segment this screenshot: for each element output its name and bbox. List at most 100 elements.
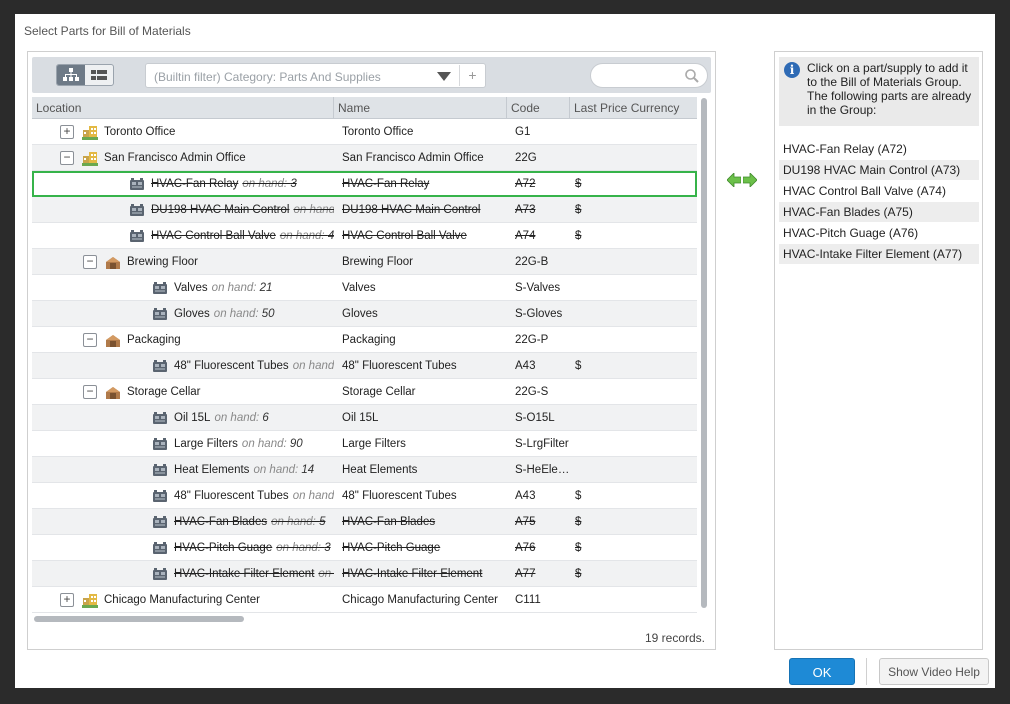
cell-currency xyxy=(575,431,695,457)
location-text: Valves on hand: 21 xyxy=(174,275,272,301)
horizontal-scroll-thumb[interactable] xyxy=(34,616,244,622)
table-row[interactable]: + Chicago Manufacturing Center Chicago Man… xyxy=(32,587,697,613)
cell-name: San Francisco Admin Office xyxy=(342,152,484,164)
cell-currency xyxy=(575,275,695,301)
cell-code: S-Valves xyxy=(515,282,561,294)
transfer-arrows[interactable] xyxy=(727,173,757,187)
column-location[interactable]: Location xyxy=(32,97,334,119)
table-row[interactable]: − Storage Cellar Storage Cellar 22G-S xyxy=(32,379,697,405)
collapse-toggle[interactable]: − xyxy=(83,333,97,347)
list-view-button[interactable] xyxy=(85,65,113,85)
cell-location: HVAC-Fan Relay on hand: 3 xyxy=(32,171,334,197)
cell-name: Brewing Floor xyxy=(342,256,413,268)
list-item[interactable]: HVAC-Pitch Guage (A76) xyxy=(779,223,979,244)
add-filter-button[interactable]: + xyxy=(459,65,485,86)
cell-name: Toronto Office xyxy=(342,126,414,138)
list-item[interactable]: HVAC Control Ball Valve (A74) xyxy=(779,181,979,202)
cell-code: S-Gloves xyxy=(515,308,563,320)
part-icon xyxy=(152,410,168,426)
column-name[interactable]: Name xyxy=(334,97,507,119)
cell-name: Heat Elements xyxy=(342,464,418,476)
table-row[interactable]: Gloves on hand: 50 Gloves S-Gloves xyxy=(32,301,697,327)
collapse-toggle[interactable]: − xyxy=(83,255,97,269)
table-row[interactable]: DU198 HVAC Main Controlon hand: 2DU198 H… xyxy=(32,197,697,223)
cell-currency xyxy=(575,249,695,275)
table-row[interactable]: HVAC-Intake Filter Elementon han…HVAC-In… xyxy=(32,561,697,587)
show-video-help-button[interactable]: Show Video Help xyxy=(879,658,989,685)
onhand-value: 14 xyxy=(301,464,315,476)
cell-location: HVAC-Pitch Guage on hand: 3 xyxy=(32,535,334,561)
search-input[interactable] xyxy=(590,63,708,88)
location-name: HVAC Control Ball Valve xyxy=(151,230,276,242)
table-row[interactable]: HVAC-Fan Relay on hand: 3 HVAC-Fan Relay A7… xyxy=(32,171,697,197)
cell-location: − Storage Cellar xyxy=(32,379,334,405)
location-text: 48" Fluorescent Tubeson hand: 40 xyxy=(174,353,334,379)
table-row[interactable]: HVAC-Fan Blades on hand: 5 HVAC-Fan Blades… xyxy=(32,509,697,535)
collapse-toggle[interactable]: − xyxy=(83,385,97,399)
table-row[interactable]: 48" Fluorescent Tubeson hand: 40 48" Fluo… xyxy=(32,353,697,379)
onhand-value: 4 xyxy=(327,230,334,242)
part-icon xyxy=(129,202,145,218)
list-item[interactable]: DU198 HVAC Main Control (A73) xyxy=(779,160,979,181)
onhand-label: on hand: 21 xyxy=(211,282,273,294)
location-text: DU198 HVAC Main Controlon hand: 2 xyxy=(151,197,334,223)
arrow-left-icon[interactable] xyxy=(727,173,741,187)
cell-location: Oil 15L on hand: 6 xyxy=(32,405,334,431)
arrow-right-icon[interactable] xyxy=(743,173,757,187)
storage-icon xyxy=(105,332,121,348)
part-icon xyxy=(152,280,168,296)
table-row[interactable]: HVAC Control Ball Valve on hand: 4 HVAC Co… xyxy=(32,223,697,249)
list-item[interactable]: HVAC-Fan Relay (A72) xyxy=(779,139,979,160)
part-icon xyxy=(129,176,145,192)
table-row[interactable]: Heat Elements on hand: 14 Heat Elements S-H… xyxy=(32,457,697,483)
collapse-toggle[interactable]: − xyxy=(60,151,74,165)
onhand-value: 90 xyxy=(289,438,303,450)
table-row[interactable]: − San Francisco Admin Office San Francisco… xyxy=(32,145,697,171)
table-row[interactable]: 48" Fluorescent Tubeson hand: 4048" Fluo… xyxy=(32,483,697,509)
location-name: Chicago Manufacturing Center xyxy=(104,594,260,606)
onhand-value: 6 xyxy=(262,412,269,424)
onhand-label: on han… xyxy=(318,568,334,580)
table-row[interactable]: Oil 15L on hand: 6 Oil 15L S-O15L xyxy=(32,405,697,431)
record-count: 19 records. xyxy=(644,631,705,645)
location-text: Heat Elements on hand: 14 xyxy=(174,457,314,483)
table-row[interactable]: − Brewing Floor Brewing Floor 22G-B xyxy=(32,249,697,275)
vertical-scrollbar[interactable] xyxy=(699,98,709,613)
location-text: 48" Fluorescent Tubeson hand: 40 xyxy=(174,483,334,509)
location-name: HVAC-Fan Relay xyxy=(151,178,239,190)
cell-name: HVAC-Pitch Guage xyxy=(342,542,441,554)
cell-code: A74 xyxy=(515,230,536,242)
table-row[interactable]: − Packaging Packaging 22G-P xyxy=(32,327,697,353)
table-row[interactable]: + Toronto Office Toronto Office G1 xyxy=(32,119,697,145)
onhand-label: on hand: 4 xyxy=(279,230,334,242)
location-text: Packaging xyxy=(127,327,181,353)
cell-name: 48" Fluorescent Tubes xyxy=(342,360,457,372)
info-box: i Click on a part/supply to add it to th… xyxy=(779,57,979,126)
location-text: HVAC Control Ball Valve on hand: 4 xyxy=(151,223,334,249)
list-item[interactable]: HVAC-Intake Filter Element (A77) xyxy=(779,244,979,265)
location-name: Toronto Office xyxy=(104,126,176,138)
cell-location: DU198 HVAC Main Controlon hand: 2 xyxy=(32,197,334,223)
chevron-down-icon[interactable] xyxy=(437,72,451,81)
horizontal-scrollbar[interactable] xyxy=(32,614,697,624)
cell-name: HVAC-Intake Filter Element xyxy=(342,568,483,580)
filter-dropdown[interactable]: (Builtin filter) Category: Parts And Sup… xyxy=(145,63,486,88)
table-row[interactable]: HVAC-Pitch Guage on hand: 3 HVAC-Pitch Gua… xyxy=(32,535,697,561)
cell-currency: $ xyxy=(575,360,582,372)
ok-button[interactable]: OK xyxy=(789,658,855,685)
expand-toggle[interactable]: + xyxy=(60,125,74,139)
storage-icon xyxy=(105,254,121,270)
table-row[interactable]: Large Filters on hand: 90 Large Filters S-L… xyxy=(32,431,697,457)
location-name: HVAC-Fan Blades xyxy=(174,516,268,528)
column-currency[interactable]: Last Price Currency xyxy=(570,97,697,119)
list-item[interactable]: HVAC-Fan Blades (A75) xyxy=(779,202,979,223)
cell-currency xyxy=(575,405,695,431)
location-name: Large Filters xyxy=(174,438,238,450)
list-view-icon xyxy=(91,70,107,80)
table-row[interactable]: Valves on hand: 21 Valves S-Valves xyxy=(32,275,697,301)
part-icon xyxy=(152,306,168,322)
column-code[interactable]: Code xyxy=(507,97,570,119)
vertical-scroll-thumb[interactable] xyxy=(701,98,707,608)
expand-toggle[interactable]: + xyxy=(60,593,74,607)
tree-view-button[interactable] xyxy=(57,65,85,85)
